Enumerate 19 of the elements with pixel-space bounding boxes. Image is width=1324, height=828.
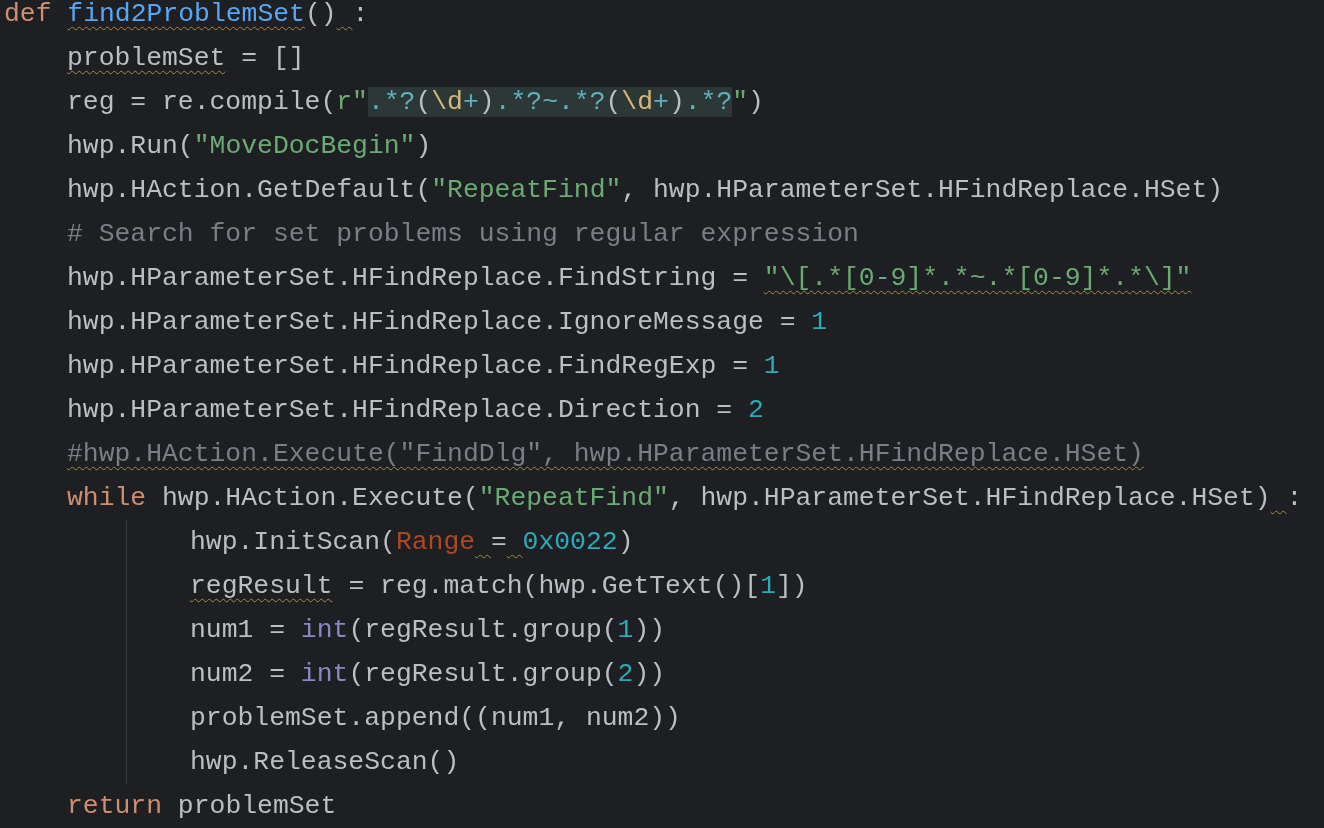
- code-line: hwp.HParameterSet.HFindReplace.FindString = "\[.*[0-9]*.*~.*[0-9]*.*\]": [67, 262, 1192, 295]
- code-line: return problemSet: [67, 790, 337, 823]
- code-line: hwp.HParameterSet.HFindReplace.FindRegExp = 1: [67, 350, 780, 383]
- code-line: problemSet.append((num1, num2)): [190, 702, 681, 735]
- code-line: num2 = int(regResult.group(2)): [190, 658, 666, 691]
- code-line: num1 = int(regResult.group(1)): [190, 614, 666, 647]
- code-line: hwp.HParameterSet.HFindReplace.IgnoreMessage = 1: [67, 306, 828, 339]
- code-comment: #hwp.HAction.Execute("FindDlg", hwp.HParameterSet.HFindReplace.HSet): [67, 438, 1144, 471]
- code-line: regResult = reg.match(hwp.GetText()[1]): [190, 570, 808, 603]
- code-line: hwp.Run("MoveDocBegin"): [67, 130, 432, 163]
- code-comment: # Search for set problems using regular expression: [67, 218, 859, 251]
- code-line: hwp.InitScan(Range = 0x0022): [190, 526, 634, 559]
- code-line: hwp.HParameterSet.HFindReplace.Direction = 2: [67, 394, 764, 427]
- code-line: hwp.HAction.GetDefault("RepeatFind", hwp.HParameterSet.HFindReplace.HSet): [67, 174, 1224, 207]
- code-line: def find2ProblemSet() :: [4, 0, 369, 31]
- code-line: hwp.ReleaseScan(): [190, 746, 460, 779]
- code-line: reg = re.compile(r".*?(\d+).*?~.*?(\d+).*?"): [67, 86, 764, 119]
- code-line: while hwp.HAction.Execute("RepeatFind", hwp.HParameterSet.HFindReplace.HSet) :: [67, 482, 1303, 515]
- code-line: problemSet = []: [67, 42, 305, 75]
